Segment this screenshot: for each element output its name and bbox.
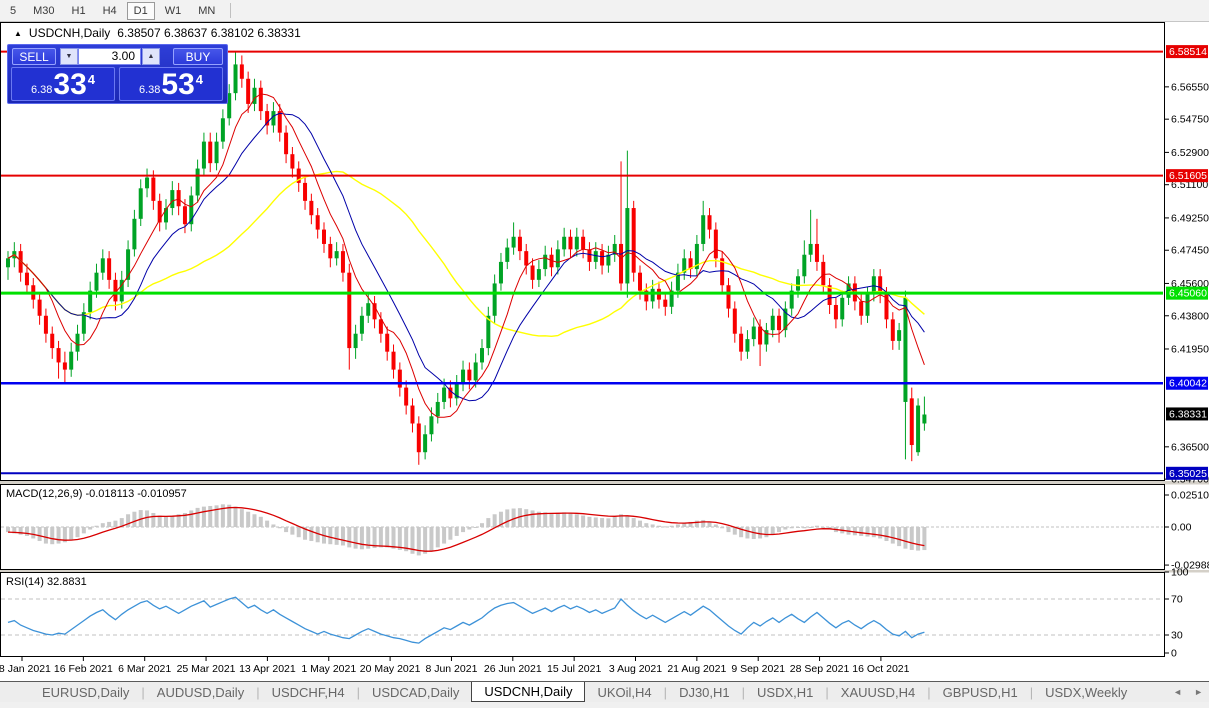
tab-usdcad-daily[interactable]: USDCAD,Daily — [360, 682, 471, 702]
chart-canvas[interactable]: 6.565506.547506.529006.511006.492506.474… — [0, 0, 1209, 707]
tab-xauusd-h4[interactable]: XAUUSD,H4 — [829, 682, 927, 702]
svg-text:6 Mar 2021: 6 Mar 2021 — [118, 663, 171, 675]
panel-divider[interactable] — [0, 481, 1209, 485]
mt4-window: 6.565506.547506.529006.511006.492506.474… — [0, 0, 1209, 707]
volume-input[interactable]: 3.00 — [78, 48, 141, 65]
tab-usdcnh-daily[interactable]: USDCNH,Daily — [471, 682, 585, 702]
svg-text:0.025108: 0.025108 — [1171, 490, 1209, 502]
timeframe-button-h4[interactable]: H4 — [96, 2, 124, 20]
sell-price-sup: 4 — [88, 72, 95, 87]
sell-price-big: 33 — [53, 71, 86, 99]
svg-text:70: 70 — [1171, 594, 1183, 606]
svg-text:28 Jan 2021: 28 Jan 2021 — [0, 663, 51, 675]
timeframe-button-m30[interactable]: M30 — [26, 2, 61, 20]
svg-text:1 May 2021: 1 May 2021 — [301, 663, 356, 675]
svg-text:6.38331: 6.38331 — [1169, 408, 1207, 420]
timeframe-button-d1[interactable]: D1 — [127, 2, 155, 20]
svg-text:9 Sep 2021: 9 Sep 2021 — [731, 663, 785, 675]
price-axis: 6.565506.547506.529006.511006.492506.474… — [1165, 45, 1209, 659]
svg-text:13 Apr 2021: 13 Apr 2021 — [239, 663, 296, 675]
svg-text:6.40042: 6.40042 — [1169, 378, 1207, 390]
tab-usdx-weekly[interactable]: USDX,Weekly — [1033, 682, 1139, 702]
tab-usdchf-h4[interactable]: USDCHF,H4 — [260, 682, 357, 702]
symbol-label: USDCNH,Daily — [29, 26, 110, 40]
ohlc-values: 6.38507 6.38637 6.38102 6.38331 — [117, 26, 301, 40]
buy-price-big: 53 — [161, 71, 194, 99]
tab-scroll-right-icon[interactable]: ► — [1194, 687, 1203, 697]
svg-text:0.00: 0.00 — [1171, 522, 1192, 534]
svg-text:6.45060: 6.45060 — [1169, 288, 1207, 300]
buy-price-display[interactable]: 6.38 53 4 — [119, 67, 223, 101]
tab-strip: EURUSD,Daily|AUDUSD,Daily|USDCHF,H4|USDC… — [0, 682, 1139, 702]
svg-text:100: 100 — [1171, 567, 1189, 579]
svg-text:6.47450: 6.47450 — [1171, 245, 1209, 257]
tab-eurusd-daily[interactable]: EURUSD,Daily — [30, 682, 141, 702]
svg-text:6.49250: 6.49250 — [1171, 212, 1209, 224]
svg-text:16 Oct 2021: 16 Oct 2021 — [852, 663, 909, 675]
svg-text:6.43800: 6.43800 — [1171, 310, 1209, 322]
sell-price-base: 6.38 — [31, 84, 52, 96]
chart-title: ▲ USDCNH,Daily 6.38507 6.38637 6.38102 6… — [14, 26, 301, 40]
svg-text:15 Jul 2021: 15 Jul 2021 — [547, 663, 601, 675]
buy-price-sup: 4 — [196, 72, 203, 87]
tab-audusd-daily[interactable]: AUDUSD,Daily — [145, 682, 256, 702]
svg-text:21 Aug 2021: 21 Aug 2021 — [667, 663, 726, 675]
rsi-panel[interactable] — [1, 573, 1165, 657]
svg-text:0: 0 — [1171, 648, 1177, 660]
tab-ukoil-h4[interactable]: UKOil,H4 — [585, 682, 663, 702]
macd-indicator-label: MACD(12,26,9) -0.018113 -0.010957 — [6, 488, 187, 500]
buy-button[interactable]: BUY — [173, 48, 223, 65]
time-axis: 28 Jan 202116 Feb 2021 6 Mar 2021 25 Mar 2… — [0, 657, 910, 675]
svg-text:16 Feb 2021: 16 Feb 2021 — [54, 663, 113, 675]
rsi-indicator-label: RSI(14) 32.8831 — [6, 576, 87, 588]
svg-text:6.54750: 6.54750 — [1171, 114, 1209, 126]
toolbar-separator — [230, 3, 231, 18]
svg-text:28 Sep 2021: 28 Sep 2021 — [790, 663, 850, 675]
tab-dj30-h1[interactable]: DJ30,H1 — [667, 682, 742, 702]
svg-text:25 Mar 2021: 25 Mar 2021 — [177, 663, 236, 675]
svg-text:3 Aug 2021: 3 Aug 2021 — [609, 663, 662, 675]
svg-text:6.41950: 6.41950 — [1171, 343, 1209, 355]
one-click-trade-panel: SELL ▼ 3.00 ▲ BUY 6.38 33 4 6.38 53 4 — [7, 44, 228, 104]
svg-text:6.51605: 6.51605 — [1169, 170, 1207, 182]
svg-text:30: 30 — [1171, 630, 1183, 642]
svg-text:20 May 2021: 20 May 2021 — [360, 663, 421, 675]
tab-scroll-left-icon[interactable]: ◄ — [1173, 687, 1182, 697]
collapse-triangle-icon[interactable]: ▲ — [14, 29, 22, 38]
buy-price-base: 6.38 — [139, 84, 160, 96]
svg-text:6.58514: 6.58514 — [1169, 46, 1207, 58]
svg-text:8 Jun 2021: 8 Jun 2021 — [425, 663, 477, 675]
volume-decrease-icon[interactable]: ▼ — [60, 48, 78, 65]
sell-button[interactable]: SELL — [12, 48, 56, 65]
svg-text:6.35025: 6.35025 — [1169, 468, 1207, 480]
svg-text:6.36500: 6.36500 — [1171, 441, 1209, 453]
timeframe-button-mn[interactable]: MN — [191, 2, 222, 20]
timeframe-button-5[interactable]: 5 — [3, 2, 23, 20]
timeframe-button-w1[interactable]: W1 — [158, 2, 189, 20]
tab-scroll-arrows: ◄ ► — [1173, 682, 1203, 702]
trade-panel-controls: SELL ▼ 3.00 ▲ BUY — [8, 48, 227, 65]
timeframe-toolbar: 5M30H1H4D1W1MN — [0, 0, 1209, 22]
svg-text:26 Jun 2021: 26 Jun 2021 — [484, 663, 542, 675]
tab-usdx-h1[interactable]: USDX,H1 — [745, 682, 825, 702]
svg-text:6.52900: 6.52900 — [1171, 147, 1209, 159]
sell-price-display[interactable]: 6.38 33 4 — [11, 67, 115, 101]
svg-text:6.56550: 6.56550 — [1171, 81, 1209, 93]
timeframe-button-h1[interactable]: H1 — [65, 2, 93, 20]
chart-tab-bar: EURUSD,Daily|AUDUSD,Daily|USDCHF,H4|USDC… — [0, 681, 1209, 702]
volume-increase-icon[interactable]: ▲ — [142, 48, 160, 65]
tab-gbpusd-h1[interactable]: GBPUSD,H1 — [931, 682, 1030, 702]
